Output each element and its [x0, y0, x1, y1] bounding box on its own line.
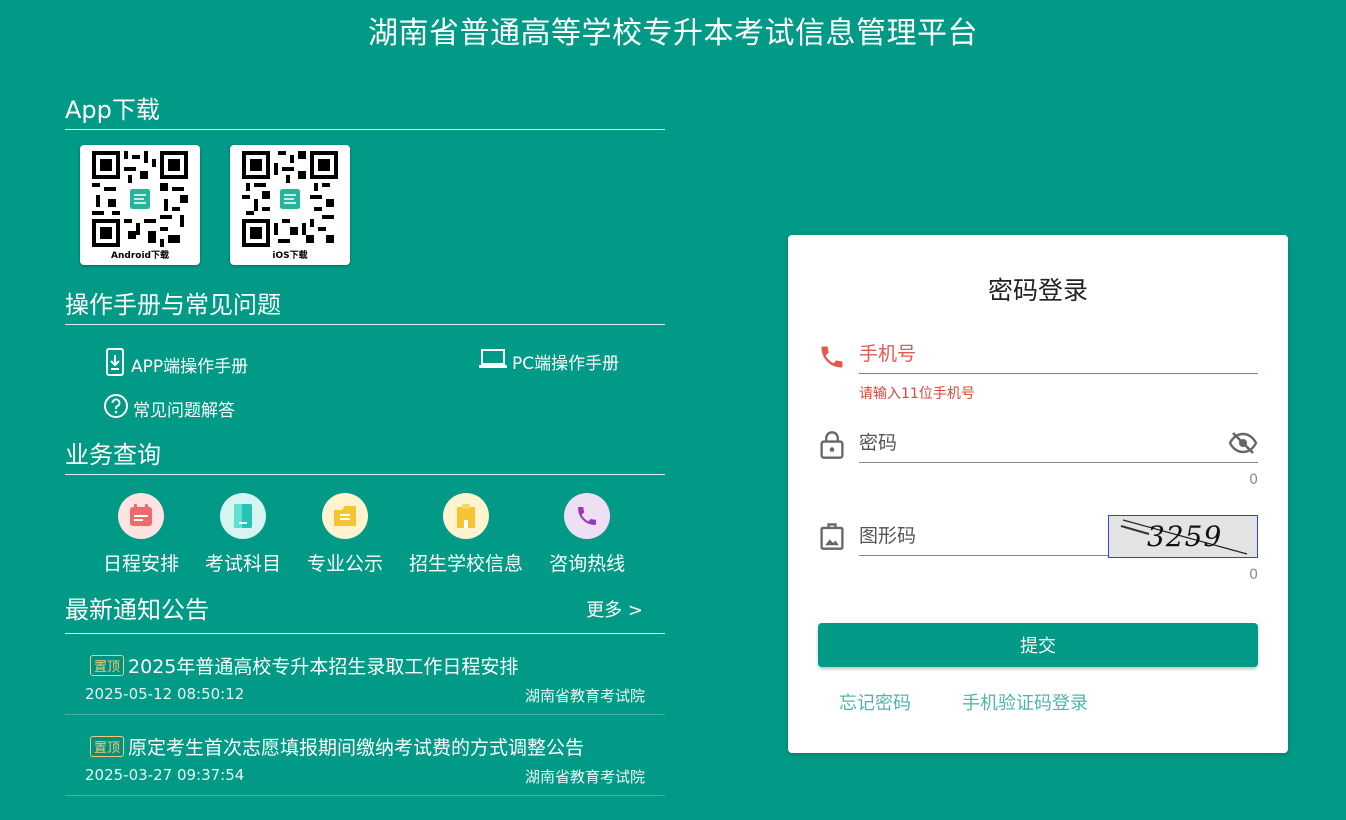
qr-row: Android下载 iOS下载: [80, 145, 665, 265]
faq-label: 常见问题解答: [133, 401, 235, 421]
phone-input[interactable]: [859, 343, 1258, 374]
service-schedule[interactable]: 日程安排: [103, 493, 179, 576]
android-caption: Android下载: [111, 251, 169, 261]
service-majors[interactable]: 专业公示: [307, 493, 383, 576]
service-label: 咨询热线: [549, 553, 626, 575]
notice-source: 湖南省教育考试院: [524, 687, 645, 705]
eye-off-icon[interactable]: [1228, 430, 1258, 460]
ios-qr-card[interactable]: iOS下载: [230, 145, 350, 265]
service-hotline[interactable]: 咨询热线: [549, 493, 625, 576]
service-label: 日程安排: [103, 553, 180, 575]
notice-source: 湖南省教育考试院: [524, 768, 645, 786]
password-counter: 0: [1249, 472, 1258, 488]
building-icon: [443, 493, 490, 539]
left-panel: App下载 Android下载 iOS下载 操作手册与常见问题 APP端操作手册…: [65, 90, 665, 796]
sms-login-link[interactable]: 手机验证码登录: [962, 689, 1088, 715]
ios-caption: iOS下载: [272, 251, 308, 261]
notice-title: 2025年普通高校专升本招生录取工作日程安排: [128, 656, 519, 678]
page-title: 湖南省普通高等学校专升本考试信息管理平台: [368, 16, 978, 51]
service-label: 考试科目: [205, 553, 282, 575]
pinned-badge: 置顶: [90, 736, 125, 757]
lock-icon: [818, 430, 846, 464]
calendar-icon: [118, 493, 164, 539]
login-title: 密码登录: [987, 276, 1088, 305]
pc-manual-link[interactable]: PC端操作手册: [478, 348, 619, 375]
app-manual-label: APP端操作手册: [131, 357, 249, 377]
phone-error: 请输入11位手机号: [859, 386, 975, 402]
manuals-heading: 操作手册与常见问题: [65, 285, 665, 325]
phone-icon: [564, 493, 611, 539]
service-subjects[interactable]: 考试科目: [205, 493, 281, 576]
notice-item[interactable]: 置顶 2025年普通高校专升本招生录取工作日程安排 2025-05-12 08:…: [65, 634, 665, 715]
more-link[interactable]: 更多 >: [586, 596, 643, 622]
phone-icon: [818, 343, 846, 375]
service-label: 招生学校信息: [409, 553, 524, 575]
pc-manual-label: PC端操作手册: [512, 354, 620, 374]
faq-link[interactable]: 常见问题解答: [103, 393, 235, 424]
folder-icon: [322, 493, 369, 539]
captcha-image[interactable]: 3259: [1108, 515, 1258, 558]
services-row: 日程安排 考试科目 专业公示 招生学校信息 咨询热线: [65, 493, 665, 576]
notices-heading-text: 最新通知公告: [65, 596, 209, 624]
login-card: 密码登录 请输入11位手机号 0 3259 0: [788, 235, 1288, 753]
android-qr-code-icon: [92, 151, 188, 247]
mobile-download-icon: [103, 348, 127, 381]
notices-heading: 最新通知公告 更多 >: [65, 590, 665, 634]
captcha-field: 3259 0: [818, 515, 1258, 583]
android-qr-card[interactable]: Android下载: [80, 145, 200, 265]
captcha-counter: 0: [1249, 567, 1258, 583]
app-download-heading: App下载: [65, 90, 665, 130]
ios-qr-code-icon: [242, 151, 338, 247]
notice-title: 原定考生首次志愿填报期间缴纳考试费的方式调整公告: [128, 737, 585, 759]
password-input[interactable]: [859, 432, 1258, 463]
services-heading: 业务查询: [65, 435, 665, 475]
manual-links: APP端操作手册 PC端操作手册 常见问题解答: [65, 325, 665, 425]
password-field: 0: [818, 430, 1258, 490]
document-icon: [220, 493, 267, 539]
forgot-password-link[interactable]: 忘记密码: [839, 689, 911, 715]
service-label: 专业公示: [307, 553, 384, 575]
service-schools[interactable]: 招生学校信息: [409, 493, 523, 576]
phone-field: 请输入11位手机号: [818, 343, 1258, 413]
captcha-text: 3259: [1147, 520, 1222, 553]
submit-button[interactable]: 提交: [818, 623, 1258, 667]
laptop-icon: [478, 348, 508, 375]
notice-date: 2025-03-27 09:37:54: [85, 766, 245, 784]
notice-item[interactable]: 置顶 原定考生首次志愿填报期间缴纳考试费的方式调整公告 2025-03-27 0…: [65, 715, 665, 796]
notice-date: 2025-05-12 08:50:12: [85, 685, 245, 703]
question-circle-icon: [103, 393, 129, 424]
app-manual-link[interactable]: APP端操作手册: [103, 348, 248, 381]
pinned-badge: 置顶: [90, 655, 125, 676]
image-icon: [818, 521, 846, 555]
